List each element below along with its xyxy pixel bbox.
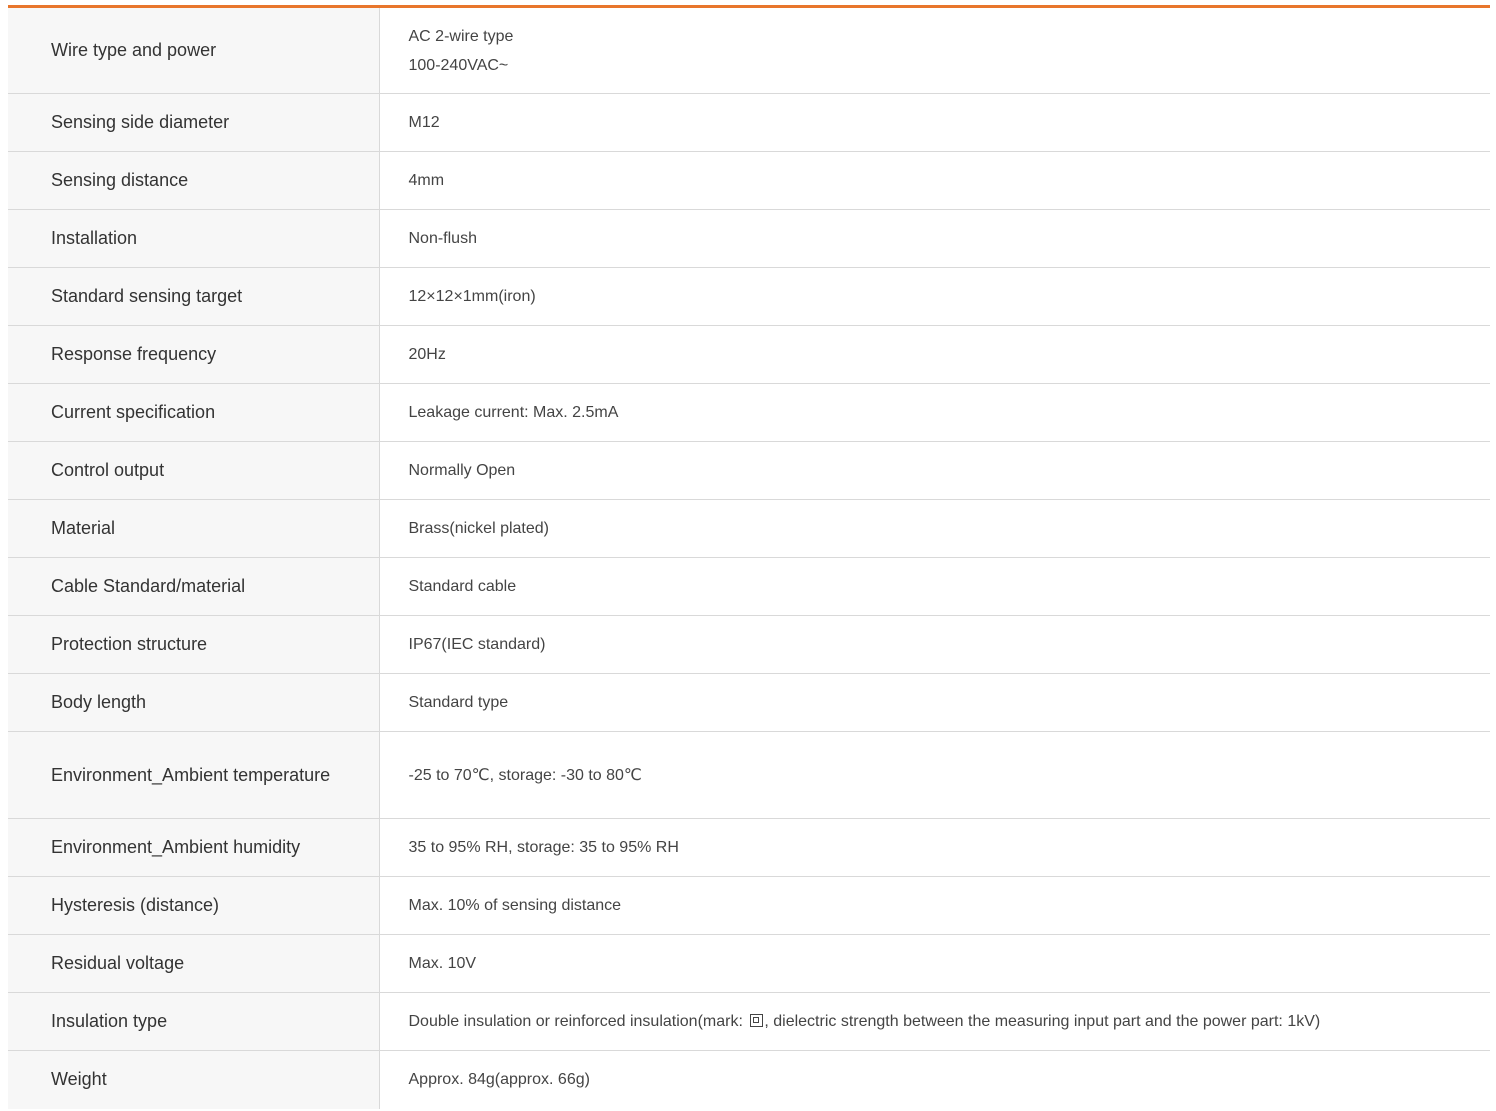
spec-value: Non-flush <box>379 209 1490 268</box>
spec-row-sensing-side-diameter: Sensing side diameter M12 <box>8 93 1490 152</box>
spec-value: Normally Open <box>379 441 1490 500</box>
spec-value: Standard type <box>379 673 1490 732</box>
spec-value-text: Double insulation or reinforced insulati… <box>408 1013 748 1030</box>
spec-value: Leakage current: Max. 2.5mA <box>379 383 1490 442</box>
spec-label: Current specification <box>8 383 380 442</box>
spec-row-residual-voltage: Residual voltage Max. 10V <box>8 934 1490 993</box>
spec-value-line: AC 2-wire type <box>408 27 514 45</box>
spec-value-text: , dielectric strength between the measur… <box>764 1013 1321 1030</box>
spec-label: Body length <box>8 673 380 732</box>
spec-row-control-output: Control output Normally Open <box>8 441 1490 500</box>
spec-value: Double insulation or reinforced insulati… <box>379 992 1490 1051</box>
spec-label: Protection structure <box>8 615 380 674</box>
spec-row-standard-sensing-target: Standard sensing target 12×12×1mm(iron) <box>8 267 1490 326</box>
spec-value: AC 2-wire type 100-240VAC~ <box>379 6 1490 94</box>
spec-label: Hysteresis (distance) <box>8 876 380 935</box>
spec-value: 20Hz <box>379 325 1490 384</box>
spec-label: Sensing side diameter <box>8 93 380 152</box>
spec-value: Brass(nickel plated) <box>379 499 1490 558</box>
spec-value: Max. 10% of sensing distance <box>379 876 1490 935</box>
spec-row-current-specification: Current specification Leakage current: M… <box>8 383 1490 442</box>
spec-label: Standard sensing target <box>8 267 380 326</box>
double-insulation-icon <box>750 1014 764 1027</box>
spec-label: Sensing distance <box>8 151 380 210</box>
spec-row-wire-type: Wire type and power AC 2-wire type 100-2… <box>8 6 1490 94</box>
spec-value: Standard cable <box>379 557 1490 616</box>
spec-value: Max. 10V <box>379 934 1490 993</box>
spec-row-body-length: Body length Standard type <box>8 673 1490 732</box>
spec-row-insulation-type: Insulation type Double insulation or rei… <box>8 992 1490 1051</box>
spec-label: Installation <box>8 209 380 268</box>
spec-label: Cable Standard/material <box>8 557 380 616</box>
spec-value: 4mm <box>379 151 1490 210</box>
spec-label: Environment_Ambient humidity <box>8 818 380 877</box>
spec-value: M12 <box>379 93 1490 152</box>
spec-value: 35 to 95% RH, storage: 35 to 95% RH <box>379 818 1490 877</box>
spec-row-response-frequency: Response frequency 20Hz <box>8 325 1490 384</box>
spec-table: Wire type and power AC 2-wire type 100-2… <box>8 5 1490 1109</box>
spec-row-ambient-humidity: Environment_Ambient humidity 35 to 95% R… <box>8 818 1490 877</box>
spec-label: Material <box>8 499 380 558</box>
spec-label: Response frequency <box>8 325 380 384</box>
spec-row-sensing-distance: Sensing distance 4mm <box>8 151 1490 210</box>
spec-label: Control output <box>8 441 380 500</box>
spec-row-cable-standard: Cable Standard/material Standard cable <box>8 557 1490 616</box>
spec-value: 12×12×1mm(iron) <box>379 267 1490 326</box>
spec-row-ambient-temperature: Environment_Ambient temperature -25 to 7… <box>8 731 1490 819</box>
spec-label: Environment_Ambient temperature <box>8 731 380 819</box>
spec-label: Residual voltage <box>8 934 380 993</box>
spec-row-material: Material Brass(nickel plated) <box>8 499 1490 558</box>
spec-row-hysteresis: Hysteresis (distance) Max. 10% of sensin… <box>8 876 1490 935</box>
spec-row-weight: Weight Approx. 84g(approx. 66g) <box>8 1050 1490 1109</box>
spec-label: Weight <box>8 1050 380 1109</box>
spec-label: Wire type and power <box>8 6 380 94</box>
spec-value-line: 100-240VAC~ <box>408 56 509 74</box>
spec-row-installation: Installation Non-flush <box>8 209 1490 268</box>
spec-value: IP67(IEC standard) <box>379 615 1490 674</box>
spec-value: -25 to 70℃, storage: -30 to 80℃ <box>379 731 1490 819</box>
spec-row-protection-structure: Protection structure IP67(IEC standard) <box>8 615 1490 674</box>
spec-value: Approx. 84g(approx. 66g) <box>379 1050 1490 1109</box>
spec-label: Insulation type <box>8 992 380 1051</box>
